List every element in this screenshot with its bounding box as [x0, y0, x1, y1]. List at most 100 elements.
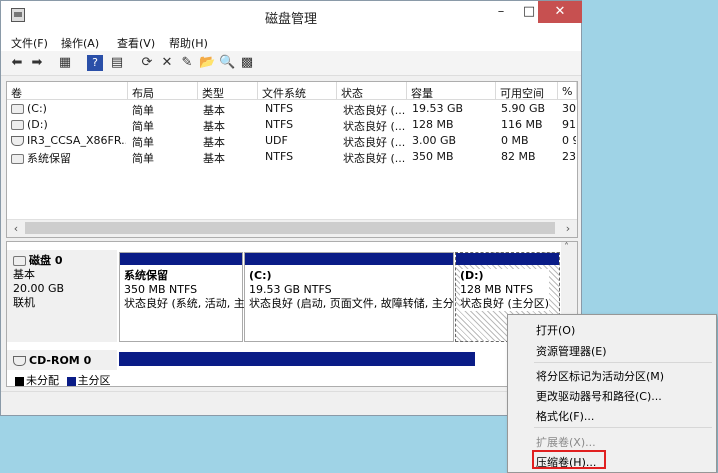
- scroll-up-icon[interactable]: ˄: [564, 242, 569, 253]
- toolbar: ⬅ ➡ ▦ ? ▤ ⟳ ✕ ✎ 📂 🔍 ▩: [1, 51, 581, 76]
- drive-icon: [11, 104, 24, 114]
- view-icon[interactable]: ▤: [109, 55, 125, 71]
- partition-bar: [120, 253, 242, 265]
- menu-item-change-letter[interactable]: 更改驱动器号和路径(C)...: [536, 388, 662, 404]
- menu-item-open[interactable]: 打开(O): [536, 322, 575, 338]
- refresh-icon[interactable]: ⟳: [139, 55, 155, 71]
- cell-layout: 简单: [132, 120, 154, 133]
- disk-0-type: 基本: [13, 268, 35, 281]
- volume-list: 卷 布局 类型 文件系统 状态 容量 可用空间 % (C:) 简单 基本 NTF…: [6, 81, 578, 238]
- partition-name: 系统保留: [124, 269, 168, 282]
- cd-drive-icon: [11, 136, 24, 146]
- partition-status: 状态良好 (系统, 活动, 主: [124, 297, 245, 310]
- cell-layout: 简单: [132, 136, 154, 149]
- scroll-thumb[interactable]: [25, 222, 555, 234]
- partition-bar: [456, 253, 559, 265]
- col-header-capacity[interactable]: 容量: [407, 82, 496, 100]
- col-header-layout[interactable]: 布局: [128, 82, 198, 100]
- open-folder-icon[interactable]: 📂: [199, 55, 215, 71]
- legend-primary-label: 主分区: [77, 374, 111, 387]
- col-header-filesystem[interactable]: 文件系统: [258, 82, 337, 100]
- cdrom-0-name: CD-ROM 0: [29, 354, 92, 367]
- cell-status: 状态良好 (...: [343, 152, 405, 165]
- cell-capacity: 3.00 GB: [412, 134, 457, 147]
- cell-status: 状态良好 (...: [343, 136, 405, 149]
- partition-c[interactable]: (C:) 19.53 GB NTFS 状态良好 (启动, 页面文件, 故障转储,…: [244, 252, 454, 342]
- table-row-volume[interactable]: (C:): [11, 102, 126, 118]
- cell-free-space: 0 MB: [501, 134, 529, 147]
- cell-type: 基本: [203, 120, 225, 133]
- col-header-free-space[interactable]: 可用空间: [496, 82, 558, 100]
- properties-icon[interactable]: ✎: [179, 55, 195, 71]
- cell-percent: 91: [562, 118, 576, 131]
- cdrom-0-info[interactable]: CD-ROM 0: [7, 350, 117, 370]
- menu-help[interactable]: 帮助(H): [169, 35, 208, 51]
- cell-free-space: 116 MB: [501, 118, 543, 131]
- cell-layout: 简单: [132, 104, 154, 117]
- menu-item-mark-active[interactable]: 将分区标记为活动分区(M): [536, 368, 664, 384]
- scroll-right-icon[interactable]: ›: [560, 221, 576, 236]
- shrink-volume-highlight: [532, 450, 606, 469]
- partition-system-reserved[interactable]: 系统保留 350 MB NTFS 状态良好 (系统, 活动, 主: [119, 252, 245, 342]
- cell-status: 状态良好 (...: [343, 104, 405, 117]
- volume-name: (C:): [27, 102, 47, 115]
- help-icon[interactable]: ?: [87, 55, 103, 71]
- title-bar: 磁盘管理 – □ ✕: [1, 1, 582, 31]
- col-header-status[interactable]: 状态: [337, 82, 407, 100]
- table-row-volume[interactable]: (D:): [11, 118, 126, 134]
- menu-file[interactable]: 文件(F): [11, 35, 48, 51]
- disk-0-name: 磁盘 0: [29, 254, 63, 267]
- partition-status: 状态良好 (主分区): [460, 297, 550, 310]
- cell-percent: 23: [562, 150, 576, 163]
- legend-unallocated-label: 未分配: [26, 374, 59, 387]
- cell-free-space: 5.90 GB: [501, 102, 546, 115]
- disk-0-state: 联机: [13, 296, 35, 309]
- disk-graphical-view: 磁盘 0 基本 20.00 GB 联机 系统保留 350 MB NTFS 状态良…: [6, 241, 578, 387]
- status-bar: [1, 391, 581, 412]
- disk-icon: [13, 256, 26, 266]
- grid-icon[interactable]: ▩: [239, 55, 255, 71]
- col-header-percent[interactable]: %: [558, 82, 577, 100]
- cell-filesystem: NTFS: [265, 150, 294, 163]
- menu-item-extend-volume: 扩展卷(X)...: [536, 436, 596, 449]
- partition-size: 19.53 GB NTFS: [249, 283, 332, 296]
- partition-size: 350 MB NTFS: [124, 283, 198, 296]
- cell-filesystem: NTFS: [265, 118, 294, 131]
- cell-layout: 简单: [132, 152, 154, 165]
- col-header-volume[interactable]: 卷: [7, 82, 128, 100]
- menu-bar: 文件(F) 操作(A) 查看(V) 帮助(H): [1, 31, 581, 51]
- table-row-volume[interactable]: 系统保留: [11, 150, 126, 166]
- menu-separator: [534, 362, 712, 363]
- horizontal-scrollbar[interactable]: ‹ ›: [7, 219, 577, 237]
- drive-icon: [11, 154, 24, 164]
- search-icon[interactable]: 🔍: [219, 55, 235, 71]
- back-arrow-icon[interactable]: ⬅: [9, 55, 25, 71]
- menu-action[interactable]: 操作(A): [61, 35, 99, 51]
- disk-0-info[interactable]: 磁盘 0 基本 20.00 GB 联机: [7, 250, 117, 342]
- cell-type: 基本: [203, 152, 225, 165]
- close-button[interactable]: ✕: [538, 1, 582, 23]
- console-tree-icon[interactable]: ▦: [57, 55, 73, 71]
- minimize-button[interactable]: –: [487, 1, 515, 23]
- legend: 未分配 主分区: [15, 372, 111, 387]
- cell-type: 基本: [203, 136, 225, 149]
- forward-arrow-icon[interactable]: ➡: [29, 55, 45, 71]
- menu-view[interactable]: 查看(V): [117, 35, 155, 51]
- col-header-type[interactable]: 类型: [198, 82, 258, 100]
- volume-name: IR3_CCSA_X86FR...: [27, 134, 126, 147]
- disk-management-window: 磁盘管理 – □ ✕ 文件(F) 操作(A) 查看(V) 帮助(H) ⬅ ➡ ▦…: [0, 0, 582, 416]
- cell-filesystem: UDF: [265, 134, 288, 147]
- disk-0-size: 20.00 GB: [13, 282, 65, 295]
- menu-item-explorer[interactable]: 资源管理器(E): [536, 343, 607, 359]
- cell-filesystem: NTFS: [265, 102, 294, 115]
- table-row-volume[interactable]: IR3_CCSA_X86FR...: [11, 134, 126, 150]
- cell-percent: 0 9: [562, 134, 576, 147]
- volume-name: (D:): [27, 118, 48, 131]
- delete-icon[interactable]: ✕: [159, 55, 175, 71]
- volume-name: 系统保留: [27, 152, 71, 165]
- partition-size: 128 MB NTFS: [460, 283, 534, 296]
- legend-unallocated-swatch: [15, 376, 24, 386]
- cdrom-partition[interactable]: [119, 352, 475, 368]
- menu-item-format[interactable]: 格式化(F)...: [536, 408, 594, 424]
- scroll-left-icon[interactable]: ‹: [8, 221, 24, 236]
